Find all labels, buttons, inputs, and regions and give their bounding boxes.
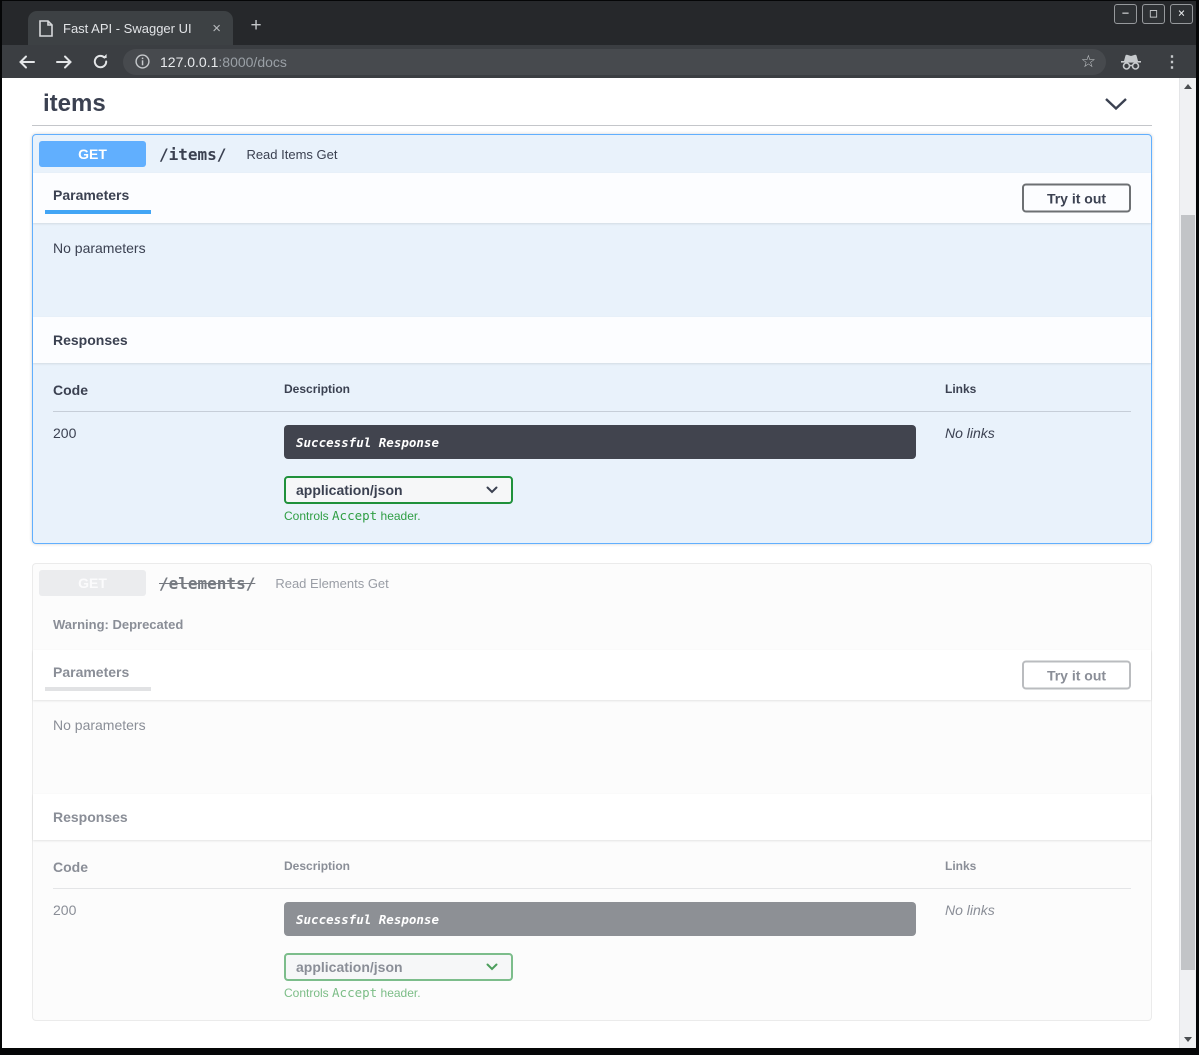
responses-table-wrapper: Code Description Links 200 Successful Re… — [33, 363, 1151, 543]
hint-pre: Controls — [284, 986, 332, 1000]
close-window-button[interactable]: × — [1170, 4, 1193, 24]
opblock-summary[interactable]: GET /elements/ Read Elements Get — [33, 564, 1151, 602]
column-header-links: Links — [945, 859, 1131, 889]
endpoint-summary: Read Items Get — [246, 147, 337, 162]
accept-header-hint: Controls Accept header. — [284, 985, 945, 1000]
minimize-button[interactable]: − — [1114, 4, 1137, 24]
accept-header-hint: Controls Accept header. — [284, 508, 945, 523]
method-badge: GET — [39, 141, 146, 167]
vertical-scrollbar[interactable] — [1179, 78, 1196, 1048]
media-type-select[interactable]: application/json — [284, 953, 513, 981]
try-it-out-button[interactable]: Try it out — [1022, 184, 1131, 213]
url-host: 127.0.0.1 — [160, 54, 218, 70]
maximize-button[interactable]: □ — [1142, 4, 1165, 24]
browser-toolbar: 127.0.0.1:8000/docs ☆ ⋮ — [2, 45, 1196, 78]
response-links: No links — [945, 412, 1131, 523]
response-links: No links — [945, 889, 1131, 1000]
document-icon — [39, 20, 53, 37]
window-controls: − □ × — [1114, 4, 1193, 24]
response-description: Successful Response — [284, 902, 916, 936]
opblock-summary[interactable]: GET /items/ Read Items Get — [33, 135, 1151, 173]
url-path: :8000/docs — [218, 54, 287, 70]
no-parameters-text: No parameters — [33, 223, 1151, 317]
swagger-ui: items GET /items/ Read Items Get Paramet… — [32, 78, 1152, 1021]
hint-pre: Controls — [284, 509, 332, 523]
endpoint-path: /items/ — [159, 145, 226, 164]
hint-code: Accept — [332, 508, 377, 523]
select-chevron-icon — [486, 486, 498, 494]
tab-parameters[interactable]: Parameters — [45, 187, 151, 214]
responses-title: Responses — [53, 332, 128, 348]
new-tab-button[interactable]: + — [244, 15, 268, 39]
responses-table: Code Description Links 200 Successful Re… — [53, 859, 1131, 1000]
tab-title: Fast API - Swagger UI — [63, 21, 209, 36]
tab-strip: Fast API - Swagger UI × + − □ × — [2, 1, 1196, 45]
deprecated-warning: Warning: Deprecated — [33, 602, 1151, 650]
forward-icon[interactable] — [55, 54, 73, 70]
responses-header: Responses — [33, 794, 1151, 840]
info-icon[interactable] — [135, 54, 150, 69]
column-header-links: Links — [945, 382, 1131, 412]
responses-header: Responses — [33, 317, 1151, 363]
response-description-cell: Successful Response application/json Con… — [284, 412, 945, 523]
menu-kebab-icon[interactable]: ⋮ — [1164, 52, 1180, 72]
bookmark-star-icon[interactable]: ☆ — [1081, 53, 1096, 70]
opblock-get-items: GET /items/ Read Items Get Parameters Tr… — [32, 134, 1152, 544]
column-header-code: Code — [53, 859, 284, 889]
endpoint-summary: Read Elements Get — [275, 576, 388, 591]
hint-code: Accept — [332, 985, 377, 1000]
scroll-up-arrow-icon[interactable] — [1184, 84, 1192, 89]
hint-post: header. — [377, 986, 420, 1000]
endpoint-path: /elements/ — [159, 574, 255, 593]
media-type-select[interactable]: application/json — [284, 476, 513, 504]
hint-post: header. — [377, 509, 420, 523]
tag-divider — [32, 125, 1152, 126]
toolbar-right: ⋮ — [1120, 52, 1196, 72]
address-bar[interactable]: 127.0.0.1:8000/docs ☆ — [123, 49, 1106, 75]
response-description-cell: Successful Response application/json Con… — [284, 889, 945, 1000]
parameters-header: Parameters Try it out — [33, 650, 1151, 700]
tag-section-header[interactable]: items — [32, 78, 1152, 118]
column-header-description: Description — [284, 382, 945, 412]
response-description: Successful Response — [284, 425, 916, 459]
responses-table-wrapper: Code Description Links 200 Successful Re… — [33, 840, 1151, 1020]
tag-title: items — [43, 90, 106, 118]
incognito-icon — [1120, 54, 1142, 70]
select-chevron-icon — [486, 963, 498, 971]
method-badge: GET — [39, 570, 146, 596]
parameters-header: Parameters Try it out — [33, 173, 1151, 223]
browser-window: Fast API - Swagger UI × + − □ × — [0, 0, 1199, 1055]
reload-icon[interactable] — [92, 53, 109, 70]
column-header-description: Description — [284, 859, 945, 889]
browser-tab[interactable]: Fast API - Swagger UI × — [28, 11, 233, 45]
chevron-down-icon[interactable] — [1104, 97, 1128, 111]
back-icon[interactable] — [18, 54, 36, 70]
responses-table: Code Description Links 200 Successful Re… — [53, 382, 1131, 523]
try-it-out-button[interactable]: Try it out — [1022, 661, 1131, 690]
media-type-value: application/json — [296, 959, 403, 975]
response-code: 200 — [53, 889, 284, 1000]
no-parameters-text: No parameters — [33, 700, 1151, 794]
media-type-value: application/json — [296, 482, 403, 498]
response-code: 200 — [53, 412, 284, 523]
tab-close-icon[interactable]: × — [209, 20, 224, 37]
page-content: items GET /items/ Read Items Get Paramet… — [2, 78, 1196, 1048]
tab-parameters[interactable]: Parameters — [45, 664, 151, 691]
opblock-get-elements-deprecated: GET /elements/ Read Elements Get Warning… — [32, 563, 1152, 1021]
scrollbar-thumb[interactable] — [1181, 215, 1195, 970]
column-header-code: Code — [53, 382, 284, 412]
scroll-down-arrow-icon[interactable] — [1184, 1037, 1192, 1042]
responses-title: Responses — [53, 809, 128, 825]
nav-icons — [2, 53, 123, 70]
